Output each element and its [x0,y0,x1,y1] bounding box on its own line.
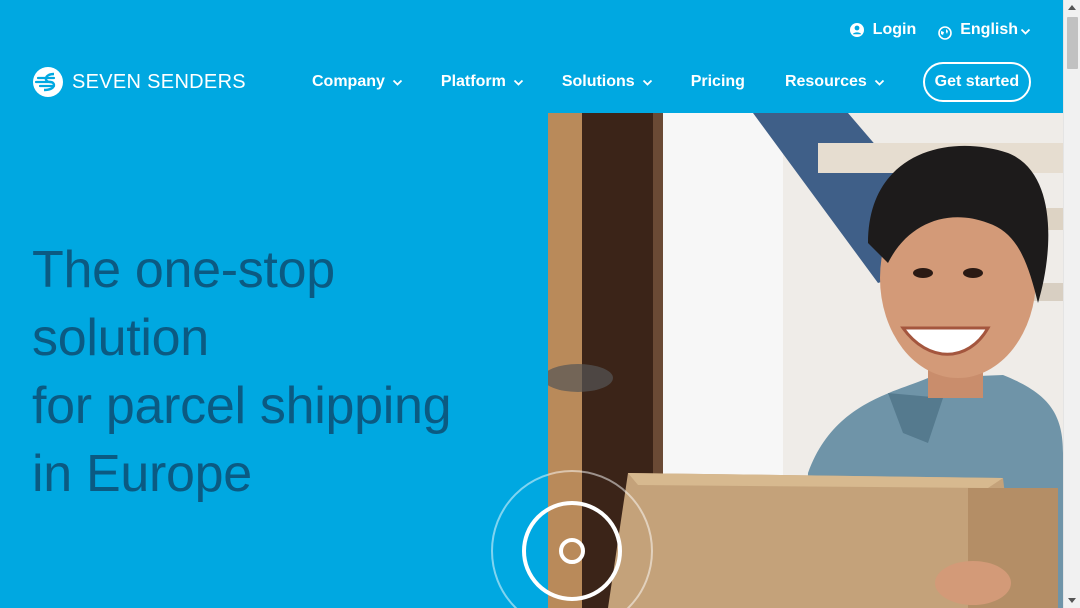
hero-title: The one-stop solution for parcel shippin… [32,236,532,508]
nav-item-platform[interactable]: Platform [441,73,524,91]
scroll-down-arrow-icon[interactable] [1068,598,1076,603]
language-selector[interactable]: English [938,20,1031,40]
nav-item-company[interactable]: Company [312,73,403,91]
get-started-button[interactable]: Get started [922,62,1031,102]
nav-item-resources[interactable]: Resources [785,73,885,91]
scroll-up-arrow-icon[interactable] [1068,5,1076,10]
nav-item-label: Platform [440,73,506,90]
hero-title-line: in Europe [32,445,252,503]
utility-bar: Login English [849,20,1031,40]
vertical-scrollbar[interactable] [1063,0,1080,608]
brand-logo[interactable]: SEVEN SENDERS [32,66,246,98]
scroll-thumb[interactable] [1067,17,1078,69]
user-circle-icon [849,23,864,37]
play-video-button[interactable] [490,469,654,608]
nav-item-label: Pricing [690,73,745,90]
globe-icon [938,26,953,40]
nav-item-label: Solutions [561,73,635,90]
chevron-down-icon [1020,28,1031,35]
language-label: English [960,21,1018,38]
login-label: Login [872,21,917,38]
login-link[interactable]: Login [849,21,917,39]
page: Login English SEVEN SENDERS Company Plat… [0,0,1063,608]
nav-item-solutions[interactable]: Solutions [562,73,653,91]
hero-title-line: for parcel shipping [32,377,452,435]
chevron-down-icon [513,79,523,86]
nav-item-label: Company [312,73,385,90]
seven-senders-logo-icon [33,67,63,97]
chevron-down-icon [874,79,884,86]
chevron-down-icon [642,79,652,86]
play-circle-icon [491,470,653,608]
hero-title-line: solution [32,309,209,367]
brand-name: SEVEN SENDERS [72,70,246,93]
hero-title-line: The one-stop [32,241,335,299]
nav-item-label: Resources [784,73,867,90]
chevron-down-icon [392,79,403,86]
nav-item-pricing[interactable]: Pricing [691,73,745,91]
main-navigation: Company Platform Solutions Pricing Resou… [312,62,1031,102]
